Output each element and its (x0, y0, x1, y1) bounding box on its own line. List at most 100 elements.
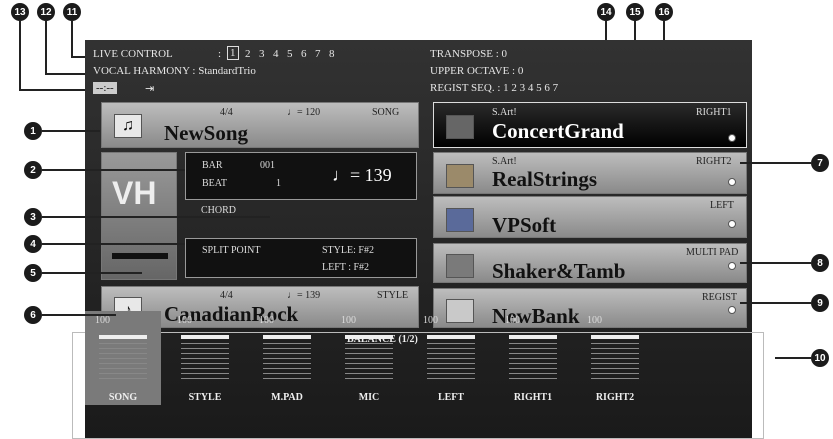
regist-seq-readout[interactable]: REGIST SEQ. : 1 2 3 4 5 6 7 (430, 82, 558, 94)
live-control-page-3[interactable]: 3 (259, 48, 265, 60)
multipad-panel[interactable]: MULTI PAD Shaker&Tamb (433, 243, 747, 283)
channel-fader (99, 335, 147, 339)
live-control-page-5[interactable]: 5 (287, 48, 293, 60)
callout-10: 10 (811, 349, 829, 367)
split-left: LEFT : F#2 (322, 262, 370, 273)
channel-meter (509, 343, 557, 379)
leader-line (42, 272, 142, 274)
split-style: STYLE: F#2 (322, 245, 374, 256)
channel-value: 100 (423, 315, 438, 326)
live-control-page-6[interactable]: 6 (301, 48, 307, 60)
left-tag: LEFT (710, 200, 734, 211)
vocal-harmony-label[interactable]: VOCAL HARMONY : StandardTrio (93, 65, 256, 77)
time-display: --:-- (93, 82, 117, 94)
channel-value: 100 (505, 315, 520, 326)
drum-icon (446, 254, 474, 278)
callout-3: 3 (24, 208, 42, 226)
callout-9: 9 (811, 294, 829, 312)
upper-octave-readout[interactable]: UPPER OCTAVE : 0 (430, 65, 523, 77)
left-name: VPSoft (492, 213, 557, 237)
transpose-readout[interactable]: TRANSPOSE : 0 (430, 48, 507, 60)
leader-line (42, 130, 100, 132)
balance-channel-mic[interactable]: 100 MIC (331, 311, 407, 405)
callout-6: 6 (24, 306, 42, 324)
main-tempo: ♩= 139 (332, 165, 392, 185)
channel-meter (427, 343, 475, 379)
callout-16: 16 (655, 3, 673, 21)
leader-line (42, 216, 270, 218)
channel-meter (345, 343, 393, 379)
beat-value: 1 (276, 178, 281, 189)
song-tempo: ♩= 120 (287, 107, 321, 118)
marker-dot (728, 306, 736, 314)
channel-value: 100 (177, 315, 192, 326)
left-voice-panel[interactable]: LEFT VPSoft (433, 196, 747, 238)
callout-15: 15 (626, 3, 644, 21)
leader-line (740, 262, 811, 264)
marker-dot (728, 178, 736, 186)
callout-13: 13 (11, 3, 29, 21)
callout-7: 7 (811, 154, 829, 172)
marker-dot (728, 220, 736, 228)
callout-11: 11 (63, 3, 81, 21)
balance-channel-song[interactable]: 100 SONG (85, 311, 161, 405)
right2-panel[interactable]: S.Art! RIGHT2 RealStrings (433, 152, 747, 194)
marker-dot (728, 262, 736, 270)
channel-fader (591, 335, 639, 339)
music-note-icon: ♫ (114, 114, 142, 138)
channel-name: M.PAD (271, 392, 303, 403)
song-panel[interactable]: ♫ 4/4 ♩= 120 SONG NewSong (101, 102, 419, 148)
callout-14: 14 (597, 3, 615, 21)
live-control-page-2[interactable]: 2 (245, 48, 251, 60)
song-name: NewSong (164, 121, 249, 145)
style-tag: STYLE (377, 290, 409, 301)
channel-meter (263, 343, 311, 379)
strings-icon (446, 164, 474, 188)
channel-meter (181, 343, 229, 379)
live-control-page-1[interactable]: 1 (227, 46, 239, 60)
keyboard-icon (446, 208, 474, 232)
balance-channel-right2[interactable]: 100 RIGHT2 (577, 311, 653, 405)
leader-line (42, 243, 185, 245)
split-point-display[interactable]: SPLIT POINT STYLE: F#2 LEFT : F#2 (185, 238, 417, 278)
multipad-tag: MULTI PAD (686, 247, 739, 258)
channel-value: 100 (95, 315, 110, 326)
right1-name: ConcertGrand (492, 119, 624, 143)
callout-5: 5 (24, 264, 42, 282)
channel-name: STYLE (188, 392, 222, 403)
live-control-page-7[interactable]: 7 (315, 48, 321, 60)
right2-name: RealStrings (492, 167, 597, 191)
beat-label: BEAT (202, 178, 227, 189)
leader-line (45, 21, 47, 75)
right1-panel[interactable]: S.Art! RIGHT1 ConcertGrand (433, 102, 747, 148)
live-control-page-4[interactable]: 4 (273, 48, 279, 60)
piano-icon (446, 115, 474, 139)
callout-12: 12 (37, 3, 55, 21)
vh-logo: VH (112, 175, 157, 211)
live-control-page-separator: : (218, 48, 222, 60)
channel-name: RIGHT1 (513, 392, 553, 403)
channel-name: MIC (358, 392, 380, 403)
live-control-page-8[interactable]: 8 (329, 48, 335, 60)
channel-meter (99, 343, 147, 379)
channel-value: 100 (341, 315, 356, 326)
channel-name: SONG (108, 392, 138, 403)
bar-label: BAR (202, 160, 223, 171)
right2-sart: S.Art! (492, 156, 517, 167)
callout-8: 8 (811, 254, 829, 272)
balance-channel-right1[interactable]: 100 RIGHT1 (495, 311, 571, 405)
channel-fader (263, 335, 311, 339)
leader-line (19, 89, 94, 91)
balance-channel-mpad[interactable]: 100 M.PAD (249, 311, 325, 405)
callout-1: 1 (24, 122, 42, 140)
balance-channel-left[interactable]: 100 LEFT (413, 311, 489, 405)
leader-line (42, 314, 116, 316)
balance-channel-style[interactable]: 100 STYLE (167, 311, 243, 405)
style-tempo: ♩= 139 (287, 290, 321, 301)
channel-fader (509, 335, 557, 339)
bar-value: 001 (260, 160, 275, 171)
callout-4: 4 (24, 235, 42, 253)
regist-tag: REGIST (702, 292, 737, 303)
callout-2: 2 (24, 161, 42, 179)
style-meter: 4/4 (220, 290, 233, 301)
